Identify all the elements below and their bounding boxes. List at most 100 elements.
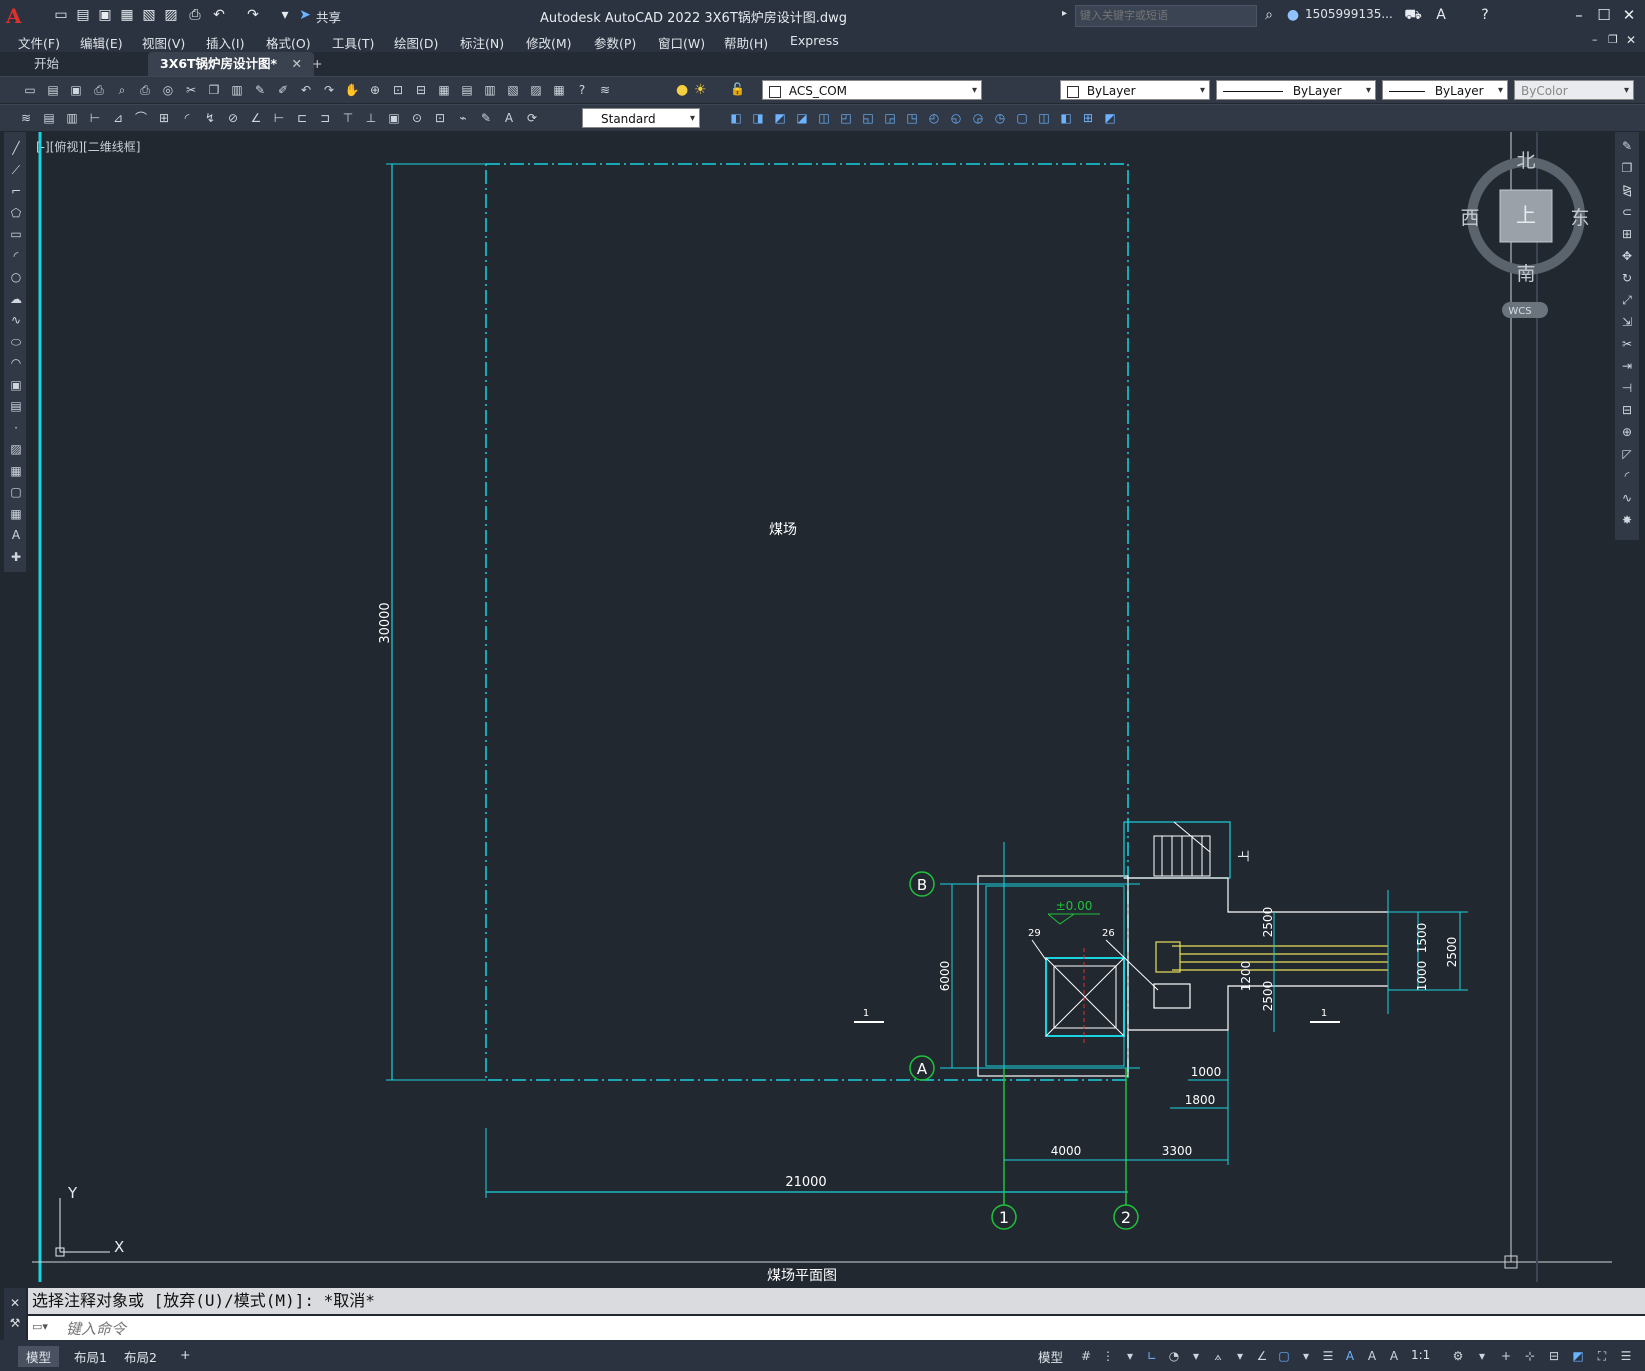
- layer-on-icon[interactable]: ●: [676, 82, 692, 98]
- auto-scale-icon[interactable]: A: [1364, 1348, 1380, 1364]
- lineweight-icon[interactable]: ☰: [1320, 1348, 1336, 1364]
- command-input-bar[interactable]: ▭▾: [28, 1316, 1645, 1340]
- customize-icon[interactable]: ▾: [276, 6, 294, 24]
- save-as-icon[interactable]: ▦: [118, 6, 136, 24]
- share-icon[interactable]: ➤: [296, 6, 314, 24]
- color-dropdown[interactable]: ByLayer ▾: [1060, 80, 1210, 100]
- new-icon[interactable]: ▭: [52, 6, 70, 24]
- menu-edit[interactable]: 编辑(E): [80, 33, 123, 52]
- trim-icon[interactable]: ✂: [1619, 336, 1635, 352]
- model-space-toggle[interactable]: 模型: [1038, 1347, 1063, 1366]
- lock-icon[interactable]: 🔓: [730, 82, 746, 98]
- command-prompt-icon[interactable]: ▭▾: [32, 1320, 58, 1336]
- render-icon[interactable]: ◷: [992, 110, 1008, 126]
- tab-drawing[interactable]: 3X6T锅炉房设计图* ✕: [148, 52, 314, 76]
- layer-dropdown[interactable]: ACS_COM ▾: [762, 80, 982, 100]
- zoom-realtime-icon[interactable]: ⊕: [367, 82, 383, 98]
- viewcube-south[interactable]: 南: [1516, 263, 1535, 285]
- corridor-wall-top[interactable]: [1124, 877, 1388, 913]
- undo-icon[interactable]: ↶: [298, 82, 314, 98]
- open-file-icon[interactable]: ▤: [45, 82, 61, 98]
- new-file-icon[interactable]: ▭: [22, 82, 38, 98]
- dim-arc-icon[interactable]: ⌒: [133, 110, 149, 126]
- vp-2-icon[interactable]: ◫: [1036, 110, 1052, 126]
- close-icon[interactable]: ✕: [4, 1296, 26, 1310]
- vp-3-icon[interactable]: ◧: [1058, 110, 1074, 126]
- fullscreen-icon[interactable]: ⛶: [1594, 1348, 1610, 1364]
- polar-menu-icon[interactable]: ▾: [1188, 1348, 1204, 1364]
- menu-file[interactable]: 文件(F): [18, 33, 60, 52]
- autodesk-app-icon[interactable]: A: [1432, 6, 1450, 24]
- command-line-grip[interactable]: ✕ ⚒: [4, 1288, 26, 1340]
- layer-prev-icon[interactable]: ≋: [18, 110, 34, 126]
- annotation-scale[interactable]: 1:1: [1411, 1348, 1430, 1362]
- isodraft-menu-icon[interactable]: ▾: [1232, 1348, 1248, 1364]
- extend-icon[interactable]: ⇥: [1619, 358, 1635, 374]
- stair-outline[interactable]: [1123, 821, 1231, 879]
- customize-status-icon[interactable]: ☰: [1618, 1348, 1634, 1364]
- view-bottom-icon[interactable]: ◨: [750, 110, 766, 126]
- polyline-icon[interactable]: ⌐: [8, 183, 24, 199]
- view-sw-icon[interactable]: ◱: [860, 110, 876, 126]
- vp-clip-icon[interactable]: ◩: [1102, 110, 1118, 126]
- save-web-icon[interactable]: ▨: [162, 6, 180, 24]
- doc-minimize-icon[interactable]: –: [1592, 33, 1598, 46]
- scale-icon[interactable]: ⤢: [1619, 292, 1635, 308]
- dim-break-icon[interactable]: ⊥: [363, 110, 379, 126]
- annotation-scale-icon[interactable]: A: [1386, 1348, 1402, 1364]
- tolerance-icon[interactable]: ▣: [386, 110, 402, 126]
- dim-linear-icon[interactable]: ⊢: [87, 110, 103, 126]
- paste-icon[interactable]: ▥: [229, 82, 245, 98]
- drawing-canvas[interactable]: 30000 21000 煤场 B A 6000 1 2 4000 3300 10…: [0, 132, 1612, 1282]
- rectangle-icon[interactable]: ▭: [8, 226, 24, 242]
- plot-preview-icon[interactable]: ⌕: [114, 82, 130, 98]
- linetype-dropdown[interactable]: ByLayer ▾: [1216, 80, 1376, 100]
- view-back-icon[interactable]: ◰: [838, 110, 854, 126]
- save-file-icon[interactable]: ▣: [68, 82, 84, 98]
- menu-help[interactable]: 帮助(H): [724, 33, 768, 52]
- polygon-icon[interactable]: ⬠: [8, 205, 24, 221]
- erase-icon[interactable]: ✎: [1619, 138, 1635, 154]
- dim-text-edit-icon[interactable]: A: [501, 110, 517, 126]
- revcloud-icon[interactable]: ☁: [8, 291, 24, 307]
- chamfer-icon[interactable]: ◸: [1619, 446, 1635, 462]
- ortho-icon[interactable]: ∟: [1144, 1348, 1160, 1364]
- open-icon[interactable]: ▤: [74, 6, 92, 24]
- plotstyle-dropdown[interactable]: ByColor ▾: [1514, 80, 1634, 100]
- view-se-icon[interactable]: ◲: [882, 110, 898, 126]
- dim-diameter-icon[interactable]: ⊘: [225, 110, 241, 126]
- osnap-menu-icon[interactable]: ▾: [1298, 1348, 1314, 1364]
- rotate-icon[interactable]: ↻: [1619, 270, 1635, 286]
- menu-draw[interactable]: 绘图(D): [394, 33, 438, 52]
- brush-icon[interactable]: ✐: [275, 82, 291, 98]
- dim-continue-icon[interactable]: ⊐: [317, 110, 333, 126]
- menu-window[interactable]: 窗口(W): [658, 33, 705, 52]
- cut-icon[interactable]: ✂: [183, 82, 199, 98]
- user-icon[interactable]: ●: [1284, 6, 1302, 24]
- wrench-icon[interactable]: ⚒: [4, 1316, 26, 1330]
- tool-palette-icon[interactable]: ▥: [482, 82, 498, 98]
- make-block-icon[interactable]: ▤: [8, 398, 24, 414]
- viewport-controls[interactable]: [-][俯视][二维线框]: [36, 138, 140, 155]
- jogged-linear-icon[interactable]: ⌁: [455, 110, 471, 126]
- menu-parametric[interactable]: 参数(P): [594, 33, 636, 52]
- explode-icon[interactable]: ✸: [1619, 512, 1635, 528]
- design-center-icon[interactable]: ▤: [459, 82, 475, 98]
- coal-yard-outline[interactable]: [485, 163, 1129, 1081]
- view-nw-icon[interactable]: ◴: [926, 110, 942, 126]
- minimize-button[interactable]: –: [1566, 4, 1592, 26]
- join-icon[interactable]: ⊕: [1619, 424, 1635, 440]
- view-ne-icon[interactable]: ◳: [904, 110, 920, 126]
- lineweight-dropdown[interactable]: ByLayer ▾: [1382, 80, 1508, 100]
- construction-line-icon[interactable]: ⟋: [8, 162, 24, 178]
- search-input[interactable]: [1076, 6, 1254, 24]
- sheet-set-icon[interactable]: ▧: [505, 82, 521, 98]
- mirror-icon[interactable]: ⧎: [1619, 182, 1635, 198]
- menu-express[interactable]: Express: [790, 33, 839, 48]
- workspace-icon[interactable]: ⚙: [1450, 1348, 1466, 1364]
- pan-icon[interactable]: ✋: [344, 82, 360, 98]
- array-icon[interactable]: ⊞: [1619, 226, 1635, 242]
- line-icon[interactable]: ╱: [8, 140, 24, 156]
- dim-ordinate-icon[interactable]: ⊞: [156, 110, 172, 126]
- view-left-icon[interactable]: ◩: [772, 110, 788, 126]
